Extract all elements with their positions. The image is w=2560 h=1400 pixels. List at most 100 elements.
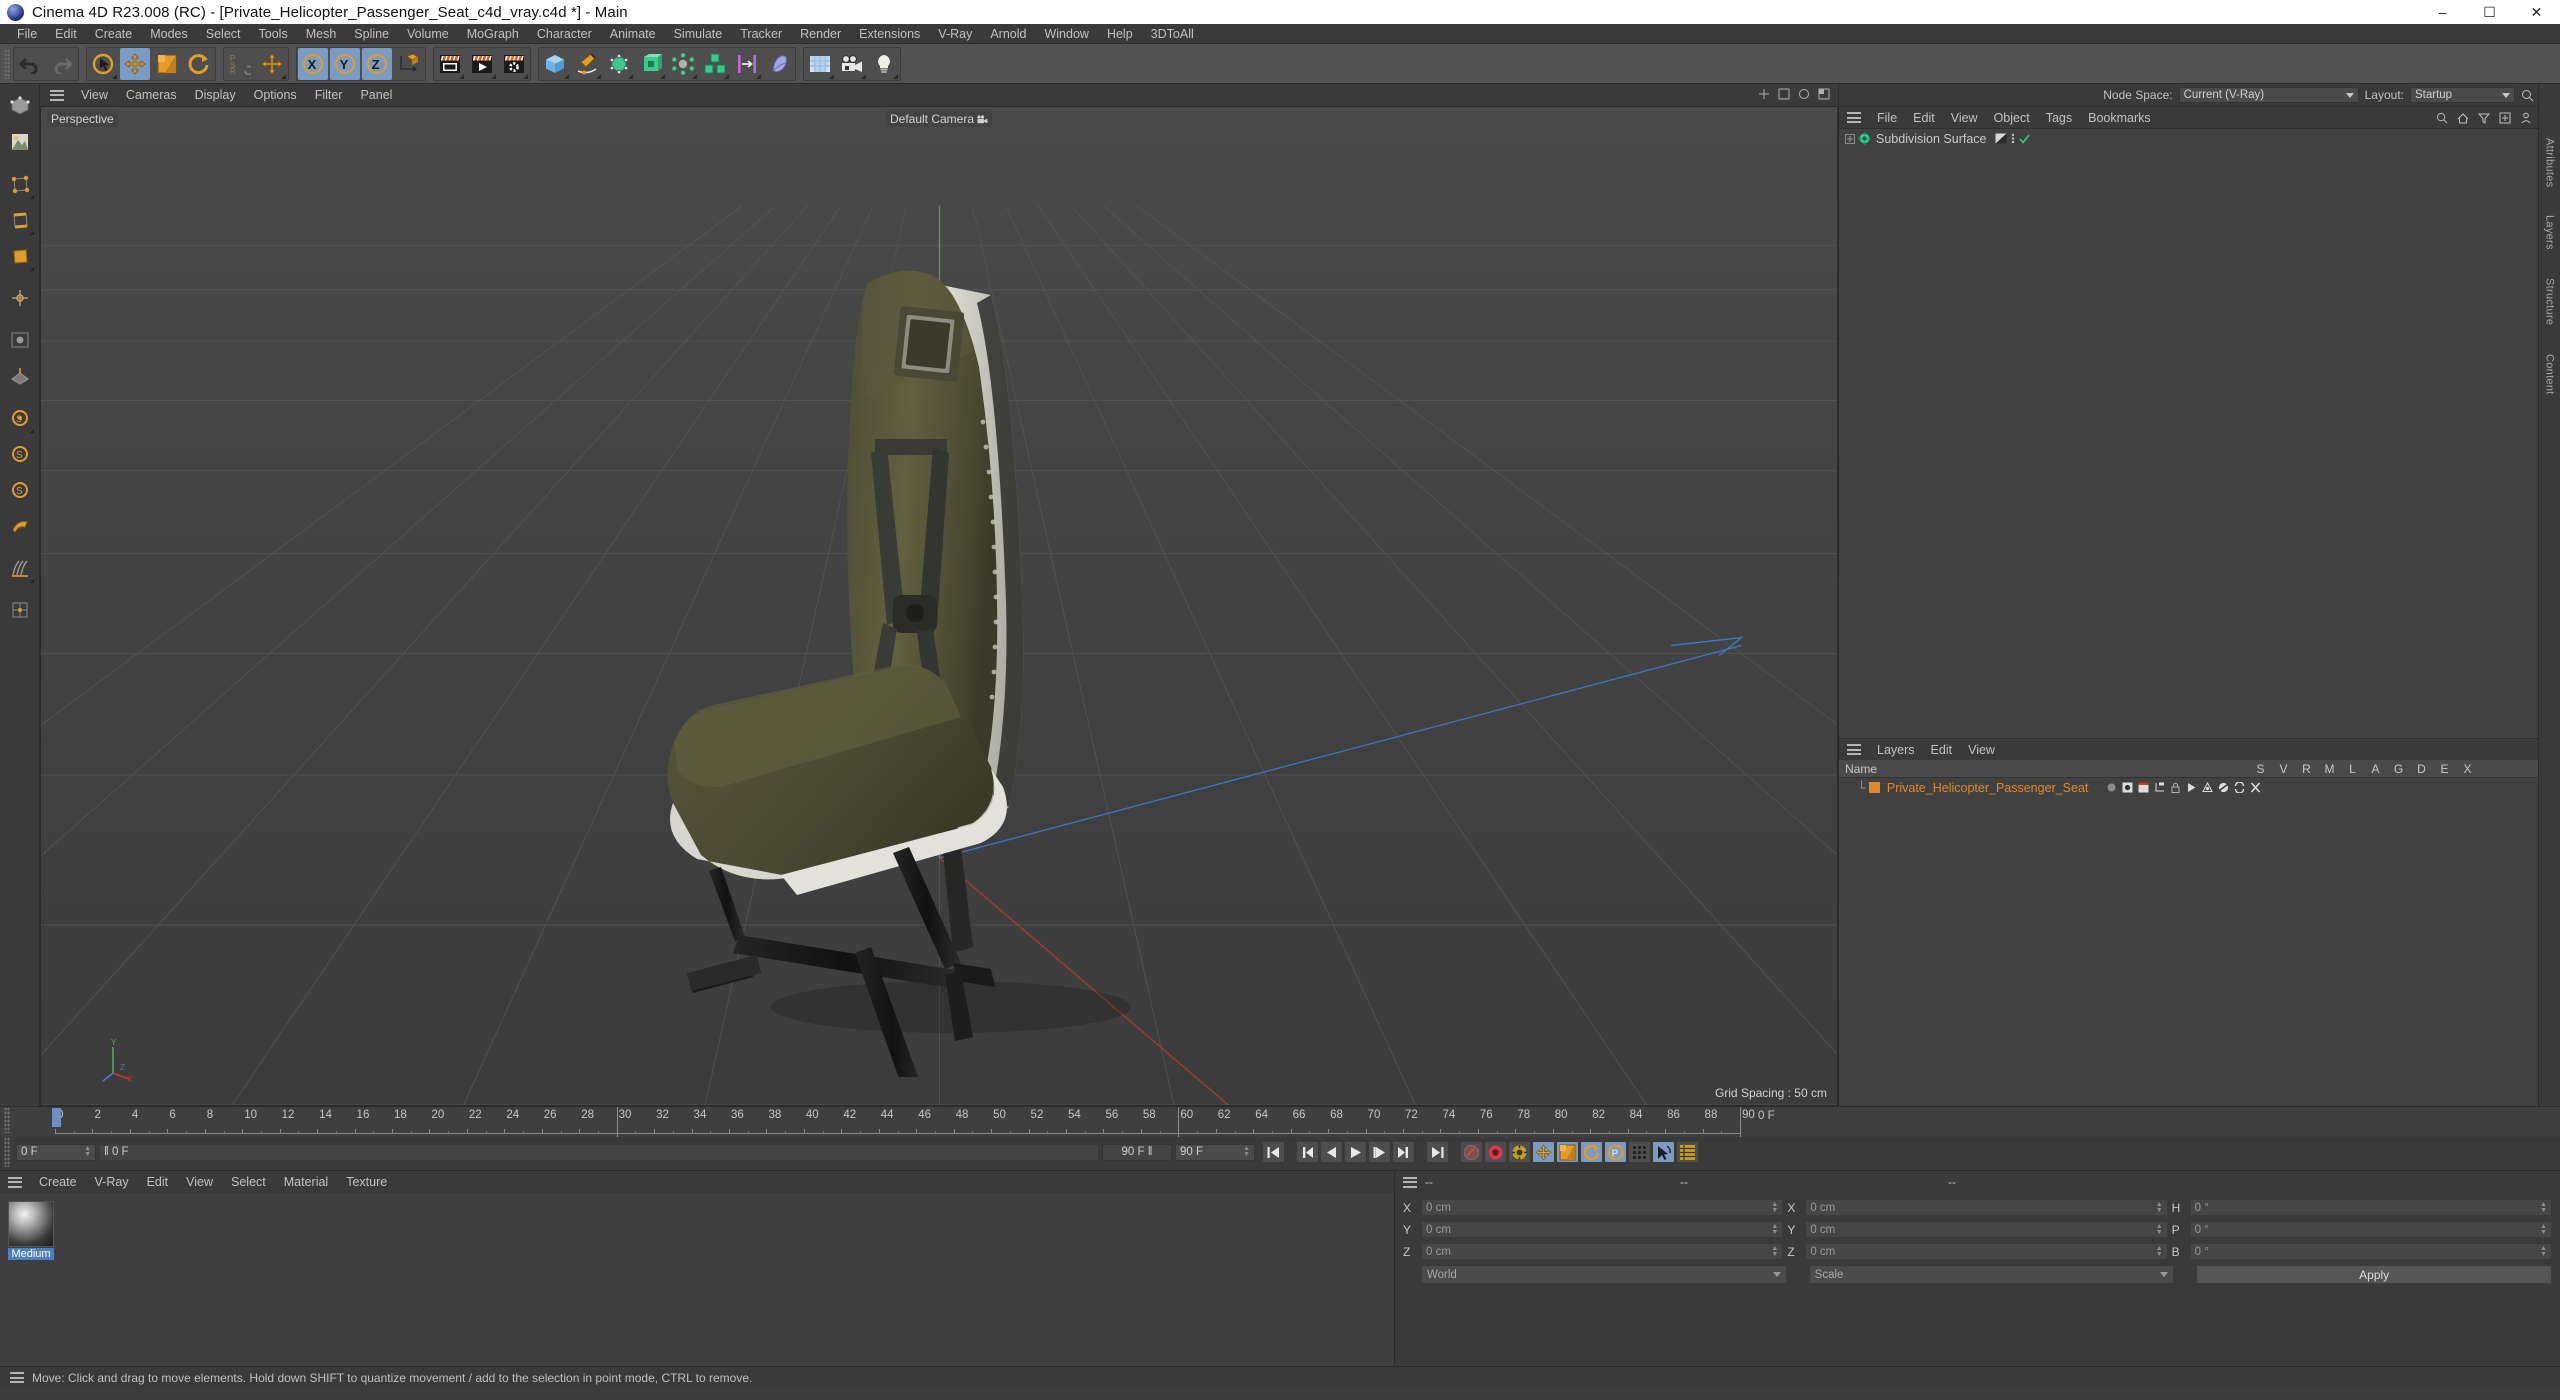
layer-manager-menu-icon[interactable]: [1847, 744, 1861, 755]
spline-pen-icon[interactable]: [572, 48, 602, 80]
model-mode-icon[interactable]: [4, 88, 36, 124]
rotation-h-field[interactable]: 0 ° ▲ ▼: [2189, 1199, 2552, 1216]
position-key-icon[interactable]: [1532, 1141, 1555, 1163]
objmgr-menu-edit[interactable]: Edit: [1905, 111, 1943, 125]
filter-icon[interactable]: [2478, 112, 2490, 124]
render-picture-viewer-icon[interactable]: [467, 48, 497, 80]
viewport-solo-icon[interactable]: [4, 322, 36, 358]
viewport-menu-display[interactable]: Display: [186, 88, 245, 102]
cube-primitive-icon[interactable]: [540, 48, 570, 80]
world-coord-icon[interactable]: [394, 48, 424, 80]
keyframe-selection-icon[interactable]: [1508, 1141, 1531, 1163]
rotation-p-field[interactable]: 0 ° ▲ ▼: [2189, 1221, 2552, 1238]
menu-render[interactable]: Render: [791, 24, 850, 44]
menu-window[interactable]: Window: [1035, 24, 1097, 44]
material-item[interactable]: Medium: [8, 1201, 54, 1260]
right-tab-content[interactable]: Content: [2544, 340, 2556, 409]
menu-tools[interactable]: Tools: [250, 24, 297, 44]
render-icon[interactable]: [2138, 782, 2149, 793]
layer-row[interactable]: └ Private_Helicopter_Passenger_Seat: [1839, 778, 2538, 797]
xref-icon[interactable]: [2250, 782, 2261, 793]
step-back-icon[interactable]: [1320, 1141, 1343, 1163]
seat-3d-model[interactable]: [661, 247, 1221, 1077]
animation-icon[interactable]: [2186, 782, 2197, 793]
add-icon[interactable]: [2499, 112, 2511, 124]
record-icon[interactable]: [1484, 1141, 1507, 1163]
mat-menu-view[interactable]: View: [177, 1175, 222, 1189]
render-settings-icon[interactable]: [499, 48, 529, 80]
prev-keyframe-icon[interactable]: [1296, 1141, 1319, 1163]
light-icon[interactable]: [869, 48, 899, 80]
menu-spline[interactable]: Spline: [345, 24, 398, 44]
objmgr-menu-object[interactable]: Object: [1986, 111, 2038, 125]
polygon-mode-icon[interactable]: [4, 238, 36, 274]
generator-icon[interactable]: [2202, 782, 2214, 793]
move-world-icon[interactable]: [257, 48, 287, 80]
viewport-menu-panel[interactable]: Panel: [351, 88, 401, 102]
timeline-playhead[interactable]: [52, 1108, 61, 1127]
position-y-field[interactable]: 0 cm ▲ ▼: [1421, 1221, 1784, 1238]
layers-menu-edit[interactable]: Edit: [1923, 743, 1961, 757]
apply-button[interactable]: Apply: [2196, 1265, 2553, 1284]
autokey-icon[interactable]: [1460, 1141, 1483, 1163]
spinner-icon[interactable]: ▲ ▼: [84, 1145, 91, 1158]
menu-v-ray[interactable]: V-Ray: [929, 24, 981, 44]
preview-range-bar[interactable]: ‖ 0 F: [99, 1143, 1099, 1161]
coord-system-select[interactable]: World: [1421, 1265, 1787, 1284]
x-axis-icon[interactable]: X: [298, 47, 328, 80]
menu-mograph[interactable]: MoGraph: [458, 24, 528, 44]
mat-menu-create[interactable]: Create: [30, 1175, 86, 1189]
live-selection-icon[interactable]: [88, 48, 118, 80]
search-icon[interactable]: [2436, 112, 2448, 124]
objmgr-menu-file[interactable]: File: [1869, 111, 1905, 125]
camera-icon[interactable]: [837, 48, 867, 80]
object-manager-tree[interactable]: Subdivision Surface: [1839, 128, 2538, 738]
render-view-icon[interactable]: [435, 48, 465, 80]
position-z-field[interactable]: 0 cm ▲ ▼: [1421, 1243, 1784, 1260]
layers-menu-layers[interactable]: Layers: [1869, 743, 1923, 757]
y-axis-icon[interactable]: Y: [330, 47, 360, 80]
enable-axis-icon[interactable]: [4, 280, 36, 316]
search-icon[interactable]: [2521, 89, 2534, 102]
material-list[interactable]: Medium: [0, 1193, 1394, 1366]
measure-icon[interactable]: [4, 508, 36, 544]
check-icon[interactable]: [2019, 134, 2031, 144]
objmgr-menu-bookmarks[interactable]: Bookmarks: [2080, 111, 2159, 125]
size-z-field[interactable]: 0 cm ▲ ▼: [1805, 1243, 2168, 1260]
current-frame-field[interactable]: 0 F ▲ ▼: [16, 1143, 96, 1161]
material-thumbnail[interactable]: [8, 1201, 54, 1247]
coordinates-menu-icon[interactable]: [1403, 1176, 1417, 1188]
toolbar-grip[interactable]: [4, 48, 10, 79]
field-icon[interactable]: [764, 48, 794, 80]
lock-icon[interactable]: [2170, 782, 2181, 793]
edge-mode-icon[interactable]: [4, 202, 36, 238]
deformer-icon[interactable]: [2218, 782, 2229, 793]
object-manager-menu-icon[interactable]: [1847, 112, 1861, 123]
node-space-select[interactable]: Current (V-Ray): [2178, 87, 2359, 103]
close-button[interactable]: ✕: [2513, 0, 2560, 24]
scale-key-icon[interactable]: [1556, 1141, 1579, 1163]
menu-tracker[interactable]: Tracker: [731, 24, 791, 44]
go-to-start-icon[interactable]: [1262, 1141, 1285, 1163]
mat-menu-edit[interactable]: Edit: [138, 1175, 178, 1189]
texture-mode-icon[interactable]: [4, 124, 36, 160]
next-keyframe-icon[interactable]: [1392, 1141, 1415, 1163]
timeline-grip[interactable]: [4, 1107, 10, 1133]
uv-icon[interactable]: [4, 592, 36, 628]
step-forward-icon[interactable]: [1368, 1141, 1391, 1163]
home-icon[interactable]: [2457, 112, 2469, 124]
solo-icon[interactable]: [2106, 782, 2117, 793]
nurbs-icon[interactable]: [604, 48, 634, 80]
menu-extensions[interactable]: Extensions: [850, 24, 929, 44]
viewport-menu-icon[interactable]: [50, 89, 64, 101]
menu-help[interactable]: Help: [1098, 24, 1142, 44]
position-x-field[interactable]: 0 cm ▲ ▼: [1421, 1199, 1784, 1216]
rotation-key-icon[interactable]: [1580, 1141, 1603, 1163]
menu-character[interactable]: Character: [528, 24, 601, 44]
viewport-menu-cameras[interactable]: Cameras: [117, 88, 186, 102]
expand-plus-icon[interactable]: [1845, 133, 1855, 144]
pla-key-icon[interactable]: [1628, 1141, 1651, 1163]
mat-menu-texture[interactable]: Texture: [337, 1175, 396, 1189]
scale-icon[interactable]: [152, 48, 182, 80]
rotation-b-field[interactable]: 0 ° ▲ ▼: [2189, 1243, 2552, 1260]
